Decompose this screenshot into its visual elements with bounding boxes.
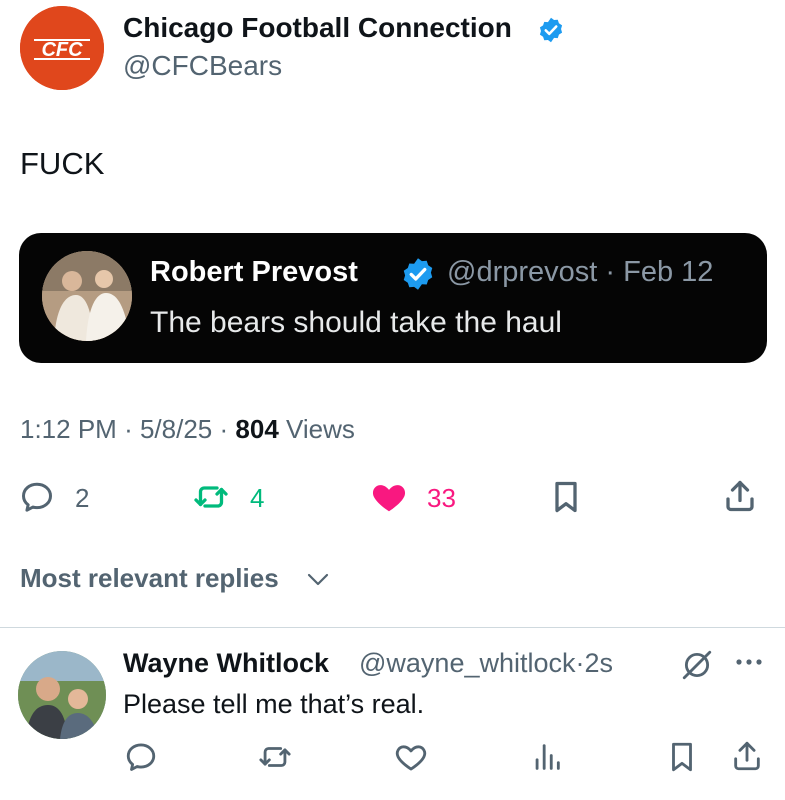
like-icon[interactable] [370,478,406,514]
bookmark-icon[interactable] [548,479,584,515]
grok-icon[interactable] [680,648,714,682]
chevron-down-icon[interactable] [306,570,330,590]
quote-separator: · [605,256,616,288]
meta-separator: · [219,414,229,444]
analytics-icon[interactable] [530,740,564,774]
meta-separator: · [124,414,133,444]
reply-like-icon[interactable] [394,740,428,774]
photo-avatar-icon [42,251,132,341]
photo-avatar-icon [18,651,106,739]
reply-repost-icon[interactable] [258,740,292,774]
author-name[interactable]: Chicago Football Connection [123,12,512,44]
more-options-icon[interactable] [733,655,765,669]
reply-separator: · [575,648,585,678]
author-avatar[interactable]: CFC [20,6,104,90]
repost-count: 4 [250,483,265,513]
reply-bookmark-icon[interactable] [665,740,699,774]
reply-count: 2 [75,483,90,513]
reply-reply-icon[interactable] [124,740,158,774]
reply-icon[interactable] [19,479,55,515]
tweet-meta: 1:12 PM · 5/8/25 · 804 Views [20,414,355,445]
reply-author-handle[interactable]: @wayne_whitlock [359,648,576,678]
reply-meta: @wayne_whitlock·2s [359,648,613,679]
share-icon[interactable] [722,478,758,514]
quote-author-avatar[interactable] [42,251,132,341]
reply-author-avatar[interactable] [18,651,106,739]
verified-badge-icon [537,16,565,44]
views-count: 804 [235,414,279,444]
quote-author-handle[interactable]: @drprevost [447,256,597,288]
tweet-time[interactable]: 1:12 PM [20,414,117,444]
quote-verified-badge-icon [400,256,436,292]
tweet-text: FUCK [20,146,105,181]
views-label: Views [286,414,355,444]
like-count: 33 [427,483,456,513]
reply-time[interactable]: 2s [585,648,614,678]
reply-share-icon[interactable] [730,739,764,773]
svg-text:CFC: CFC [41,39,83,61]
reply-author-name[interactable]: Wayne Whitlock [123,648,329,679]
quote-author-name[interactable]: Robert Prevost [150,256,358,289]
tweet-date[interactable]: 5/8/25 [140,414,212,444]
quote-date[interactable]: Feb 12 [623,256,713,288]
cfc-logo-icon: CFC [20,6,104,90]
author-handle[interactable]: @CFCBears [123,50,282,82]
repost-icon[interactable] [193,479,229,515]
quote-meta: @drprevost · Feb 12 [447,256,713,289]
reply-text: Please tell me that’s real. [123,689,425,719]
quote-text: The bears should take the haul [150,306,562,339]
divider [0,627,785,628]
replies-filter-button[interactable]: Most relevant replies [20,563,279,594]
